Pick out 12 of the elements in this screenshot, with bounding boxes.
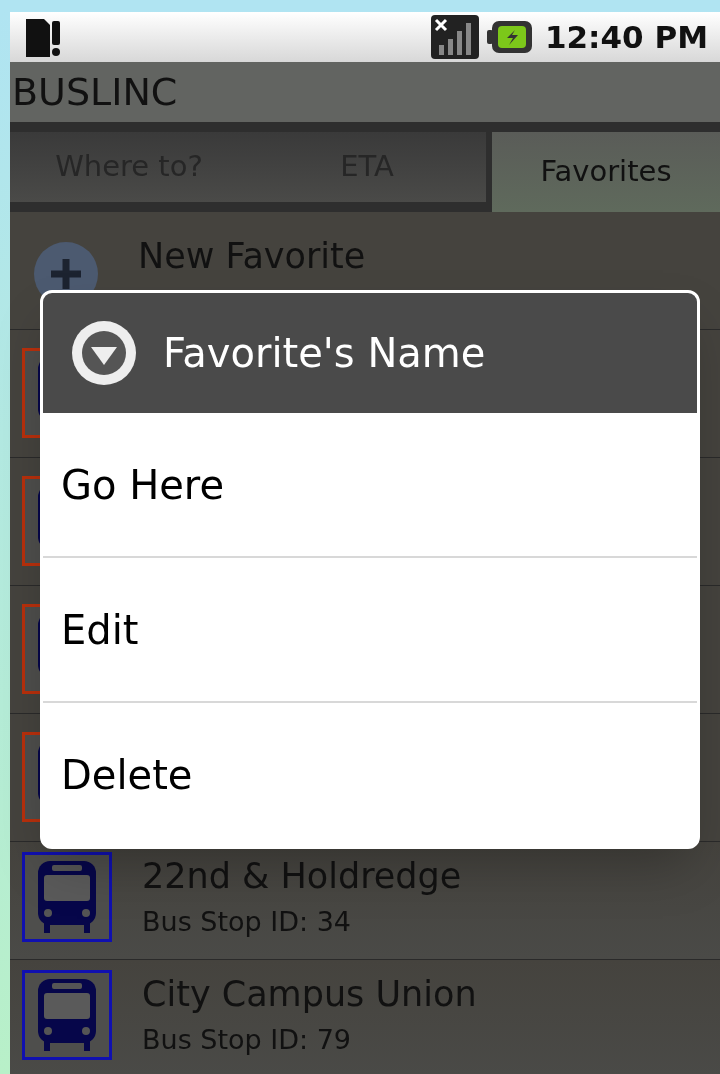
signal-icon [430,15,479,59]
battery-charging-icon [486,20,533,54]
menu-item[interactable]: Go Here [43,413,697,556]
tab[interactable]: Favorites [492,132,720,212]
title-bar: BUSLINC [10,62,720,122]
menu-item[interactable]: Delete [43,701,697,846]
status-time: 12:40 PM [544,17,708,57]
dialog-title: Favorite's Name [163,329,486,378]
menu-item[interactable]: Edit [43,556,697,701]
stop-id: Bus Stop ID: 79 [142,1023,353,1057]
stop-id: Bus Stop ID: 34 [142,905,353,939]
dropdown-circle-icon [69,318,139,388]
